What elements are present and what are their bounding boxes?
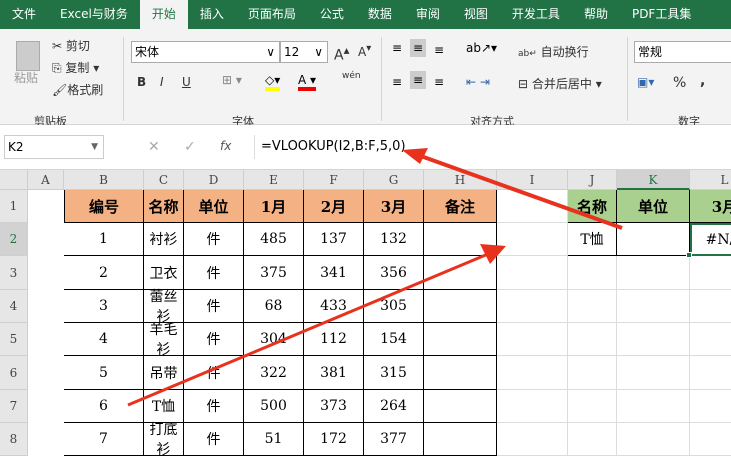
arrowhead: [480, 244, 506, 264]
arrow-to-lookup: [127, 252, 489, 407]
arrow-to-formula: [417, 153, 623, 230]
annotation-arrows: [127, 148, 623, 407]
